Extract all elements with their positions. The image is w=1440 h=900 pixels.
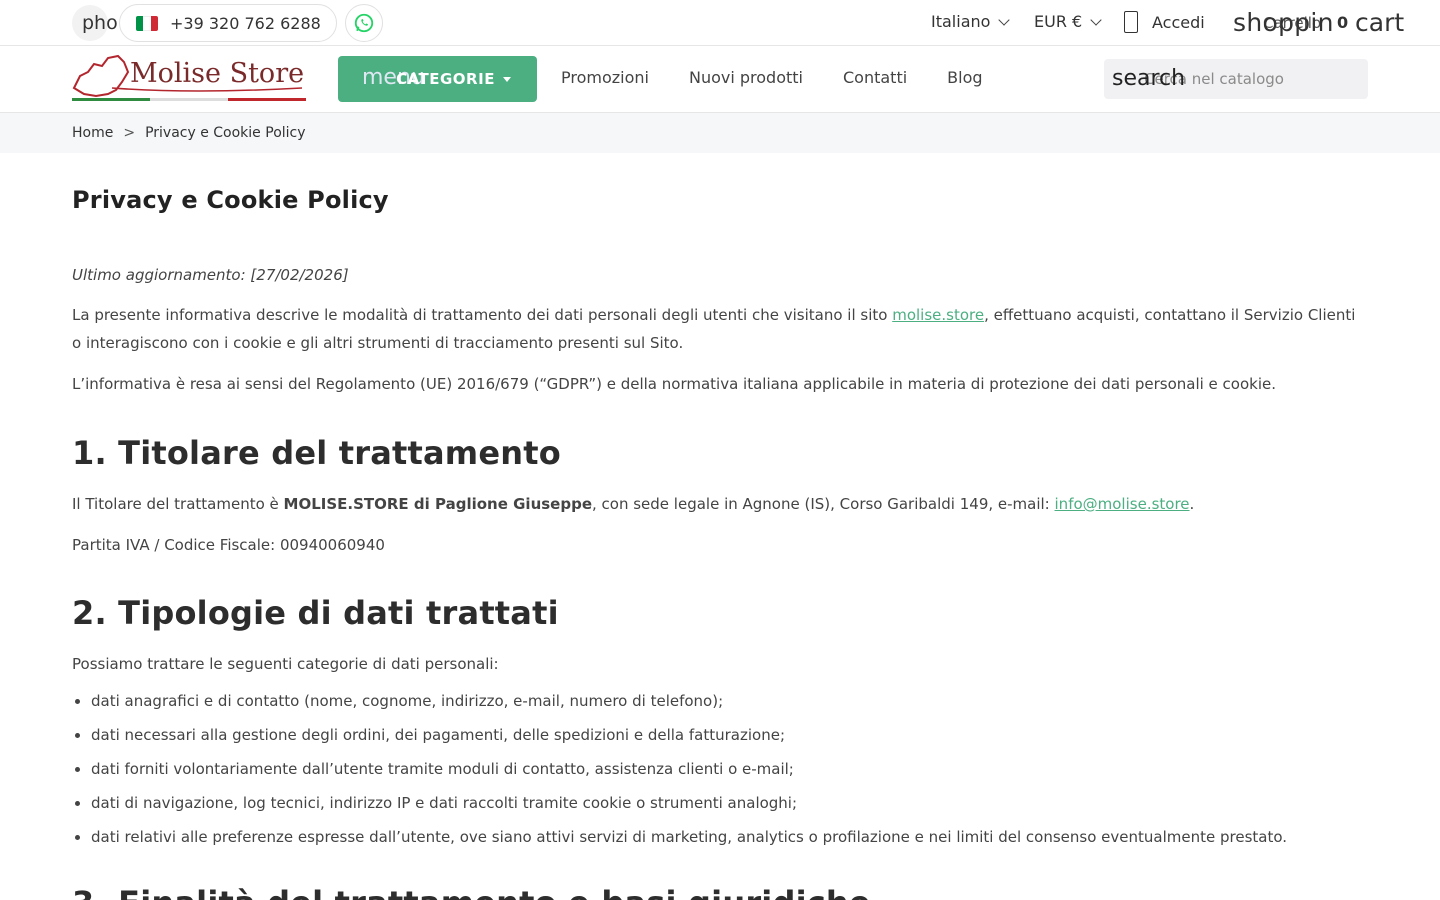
currency-selector[interactable]: EUR €	[1034, 12, 1102, 31]
phone-link[interactable]: +39 320 762 6288	[119, 4, 337, 42]
nav-links: Promozioni Nuovi prodotti Contatti Blog	[561, 68, 983, 87]
whatsapp-icon	[354, 13, 374, 33]
breadcrumb-separator: >	[123, 125, 136, 141]
currency-label: EUR €	[1034, 12, 1083, 31]
logo-graphic: Molise Store	[72, 54, 306, 101]
nav-link-promozioni[interactable]: Promozioni	[561, 68, 649, 87]
language-label: Italiano	[931, 12, 991, 31]
breadcrumb-current: Privacy e Cookie Policy	[145, 125, 306, 141]
last-updated: Ultimo aggiornamento: [27/02/2026]	[72, 266, 349, 284]
chevron-down-icon	[998, 13, 1011, 26]
shopping-cart-icon: shoppin	[1233, 8, 1334, 37]
list-item: dati di navigazione, log tecnici, indiri…	[91, 792, 1368, 814]
phone-icon[interactable]: pho	[72, 5, 118, 41]
categories-label: CATEGORIE	[396, 70, 495, 88]
user-icon	[1124, 11, 1138, 33]
section-3-heading: 3. Finalità del trattamento e basi giuri…	[72, 884, 1368, 900]
nav-link-blog[interactable]: Blog	[947, 68, 982, 87]
owner-name: MOLISE.STORE di Paglione Giuseppe	[283, 495, 592, 513]
list-item: dati necessari alla gestione degli ordin…	[91, 724, 1368, 746]
login-label: Accedi	[1152, 12, 1205, 32]
intro-paragraph-2: L’informativa è resa ai sensi del Regola…	[72, 375, 1276, 393]
phone-icon-text: pho	[82, 12, 118, 34]
list-item: dati anagrafici e di contatto (nome, cog…	[91, 690, 1368, 712]
nav-link-nuovi-prodotti[interactable]: Nuovi prodotti	[689, 68, 803, 87]
top-bar: pho +39 320 762 6288 Italiano EUR € Acce…	[0, 0, 1440, 46]
list-item: dati relativi alle preferenze espresse d…	[91, 826, 1368, 848]
page-content: Privacy e Cookie Policy Ultimo aggiornam…	[0, 186, 1440, 900]
phone-number: +39 320 762 6288	[170, 13, 321, 33]
page-title: Privacy e Cookie Policy	[72, 186, 389, 214]
search-box: search	[1104, 59, 1368, 99]
login-link[interactable]: Accedi	[1124, 11, 1205, 33]
search-icon[interactable]: search	[1112, 66, 1185, 91]
categories-button[interactable]: menu CATEGORIE	[338, 56, 537, 102]
language-selector[interactable]: Italiano	[931, 12, 1011, 31]
section-1-heading: 1. Titolare del trattamento	[72, 434, 561, 472]
chevron-down-icon	[1090, 13, 1102, 26]
intro-paragraph-1: La presente informativa descrive le moda…	[72, 306, 1356, 352]
cart-count: 0	[1337, 13, 1349, 32]
section-2-heading: 2. Tipologie di dati trattati	[72, 594, 559, 632]
site-logo[interactable]: Molise Store	[72, 54, 306, 104]
nav-link-contatti[interactable]: Contatti	[843, 68, 907, 87]
whatsapp-button[interactable]	[345, 4, 383, 42]
italy-flag-icon	[136, 15, 158, 31]
breadcrumb-home[interactable]: Home	[72, 125, 113, 141]
cart-icon: cart	[1355, 8, 1405, 37]
main-nav: Molise Store menu CATEGORIE Promozioni N…	[0, 46, 1440, 113]
breadcrumb: Home > Privacy e Cookie Policy	[0, 113, 1440, 153]
cart-button[interactable]: Carrello shoppin 0 cart	[1233, 6, 1405, 40]
caret-down-icon	[502, 76, 511, 82]
section-1-paragraph: Il Titolare del trattamento è MOLISE.STO…	[72, 495, 1195, 513]
email-link[interactable]: info@molise.store	[1055, 495, 1190, 513]
logo-text: Molise Store	[130, 58, 304, 89]
section-2-intro: Possiamo trattare le seguenti categorie …	[72, 655, 499, 673]
vat-number: Partita IVA / Codice Fiscale: 0094006094…	[72, 536, 385, 554]
site-link[interactable]: molise.store	[892, 306, 984, 324]
list-item: dati forniti volontariamente dall’utente…	[91, 758, 1368, 780]
data-categories-list: dati anagrafici e di contatto (nome, cog…	[72, 690, 1368, 848]
